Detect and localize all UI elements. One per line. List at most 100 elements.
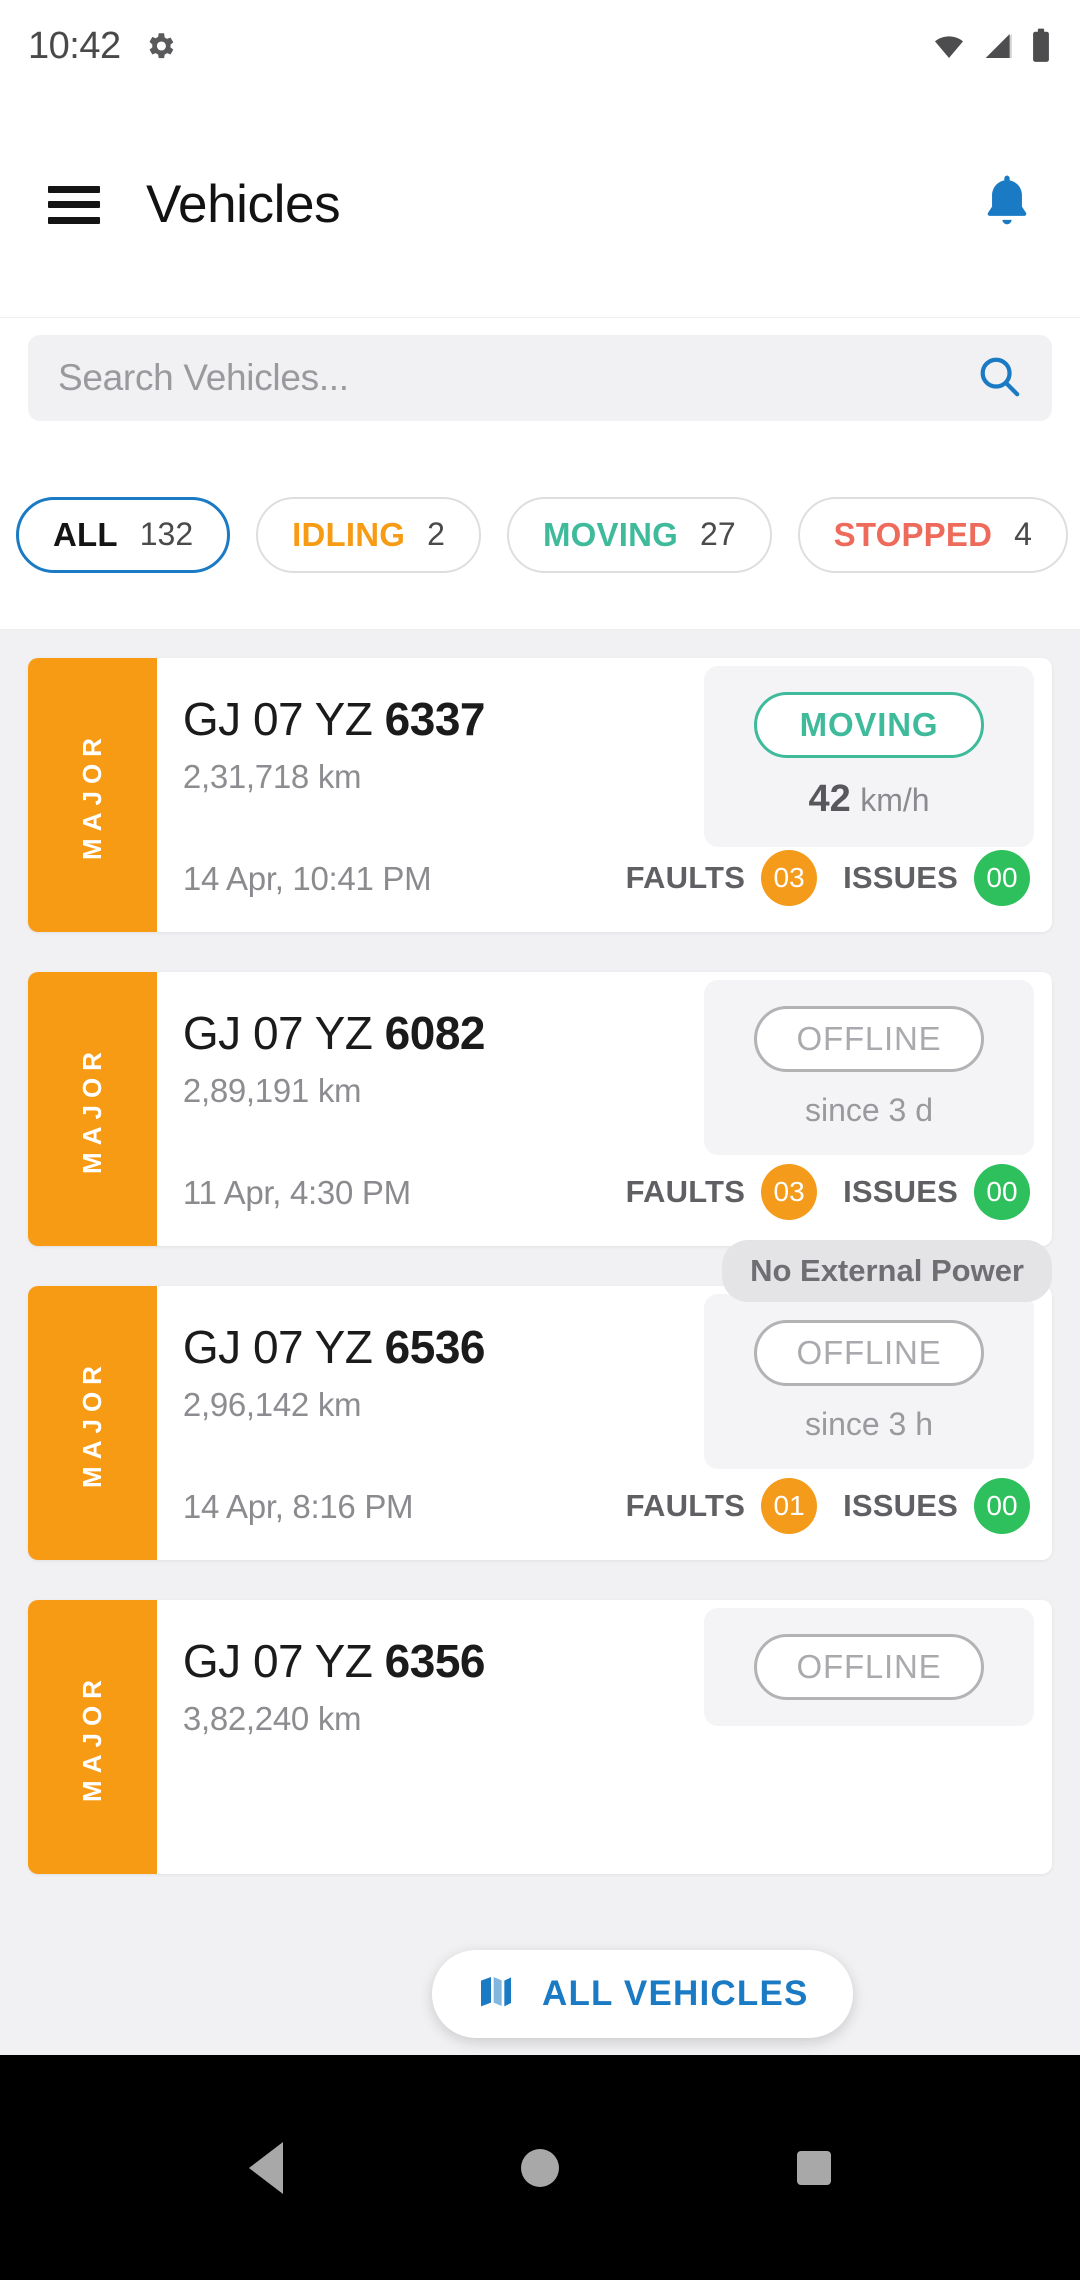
issues-label: ISSUES <box>843 860 958 895</box>
recents-square-icon[interactable] <box>797 2150 831 2185</box>
issues-label: ISSUES <box>843 1174 958 1209</box>
vehicle-status-badge: OFFLINE <box>754 1006 984 1072</box>
vehicle-timestamp: 14 Apr, 10:41 PM <box>182 860 432 897</box>
vehicle-status-badge: OFFLINE <box>754 1320 984 1386</box>
home-circle-icon[interactable] <box>521 2148 559 2187</box>
vehicle-plate: GJ 07 YZ 6356 <box>182 1634 486 1688</box>
vehicle-card-wrapper: MAJOR GJ 07 YZ 6337 2,31,718 km 14 Apr, 10:… <box>0 658 1080 932</box>
app-bar: Vehicles <box>0 92 1080 318</box>
vehicle-plate-prefix: GJ 07 YZ <box>182 1007 385 1059</box>
search-section: Search Vehicles... <box>0 318 1080 438</box>
vehicle-card[interactable]: MAJOR GJ 07 YZ 6337 2,31,718 km 14 Apr, 10:… <box>28 658 1052 932</box>
severity-strip: MAJOR <box>28 972 157 1246</box>
vehicle-identity: GJ 07 YZ 6536 2,96,142 km <box>182 1320 486 1424</box>
severity-label: MAJOR <box>76 1044 107 1174</box>
vehicle-plate-prefix: GJ 07 YZ <box>182 1635 385 1687</box>
vehicle-card[interactable]: MAJOR GJ 07 YZ 6536 2,96,142 km 14 Apr, 8:1… <box>28 1286 1052 1560</box>
vehicle-identity: GJ 07 YZ 6337 2,31,718 km <box>182 692 486 796</box>
filter-chip-stopped[interactable]: STOPPED 4 <box>797 496 1068 573</box>
vehicle-plate: GJ 07 YZ 6082 <box>182 1006 486 1060</box>
vehicle-status-subtext: 42 km/h <box>704 778 1034 821</box>
vehicle-plate-prefix: GJ 07 YZ <box>182 1321 385 1373</box>
issues-count-badge: 00 <box>974 1164 1030 1220</box>
severity-label: MAJOR <box>76 1672 107 1802</box>
faults-count-badge: 01 <box>761 1478 818 1534</box>
vehicle-status-badge: MOVING <box>754 692 984 758</box>
vehicle-plate: GJ 07 YZ 6536 <box>182 1320 486 1374</box>
vehicle-card-wrapper: No External Power MAJOR GJ 07 YZ 6536 2,96,… <box>0 1240 1080 1560</box>
filter-chip-count: 4 <box>1014 516 1032 552</box>
back-triangle-icon[interactable] <box>249 2141 283 2194</box>
vehicle-status-subtext: since 3 h <box>804 1406 934 1442</box>
vehicle-odometer: 2,96,142 km <box>182 1386 362 1423</box>
severity-strip: MAJOR <box>28 1600 157 1874</box>
vehicle-plate-number: 6536 <box>384 1321 486 1373</box>
vehicle-card-wrapper: MAJOR GJ 07 YZ 6356 3,82,240 km OFFLINE <box>0 1600 1080 1874</box>
faults-count-badge: 03 <box>761 1164 818 1220</box>
cellular-signal-icon <box>985 34 1012 58</box>
issues-count-badge: 00 <box>974 850 1030 906</box>
vehicle-status-panel: OFFLINE <box>704 1608 1034 1726</box>
vehicle-odometer: 2,31,718 km <box>182 758 362 795</box>
filter-chip-idling[interactable]: IDLING 2 <box>256 496 481 573</box>
vehicle-counts: FAULTS 01 ISSUES 00 <box>626 1478 1030 1534</box>
faults-label: FAULTS <box>625 860 746 895</box>
vehicle-list[interactable]: MAJOR GJ 07 YZ 6337 2,31,718 km 14 Apr, 10:… <box>0 630 1080 2055</box>
issues-label: ISSUES <box>843 1488 958 1523</box>
battery-icon <box>1033 28 1049 62</box>
filter-chip-label: MOVING <box>542 515 679 553</box>
search-placeholder: Search Vehicles... <box>58 357 349 398</box>
vehicle-card-body: GJ 07 YZ 6082 2,89,191 km 11 Apr, 4:30 PM O… <box>157 972 1052 1246</box>
no-external-power-tag: No External Power <box>722 1240 1052 1302</box>
vehicle-plate: GJ 07 YZ 6337 <box>182 692 486 746</box>
vehicle-identity: GJ 07 YZ 6082 2,89,191 km <box>182 1006 486 1110</box>
filter-chip-count: 132 <box>139 516 194 552</box>
vehicle-card-wrapper: MAJOR GJ 07 YZ 6082 2,89,191 km 11 Apr, 4:3… <box>0 972 1080 1246</box>
vehicle-counts: FAULTS 03 ISSUES 00 <box>626 850 1030 906</box>
vehicle-card-body: GJ 07 YZ 6536 2,96,142 km 14 Apr, 8:16 PM O… <box>157 1286 1052 1560</box>
hamburger-line <box>48 201 100 208</box>
vehicle-card[interactable]: MAJOR GJ 07 YZ 6356 3,82,240 km OFFLINE <box>28 1600 1052 1874</box>
hamburger-line <box>48 185 100 193</box>
vehicle-speed-value: 42 <box>808 778 851 820</box>
faults-label: FAULTS <box>625 1488 746 1523</box>
hamburger-menu-icon[interactable] <box>48 185 100 224</box>
vehicle-plate-number: 6356 <box>384 1635 486 1687</box>
gear-icon <box>143 29 177 63</box>
filter-chip-label: IDLING <box>292 515 406 553</box>
vehicle-plate-number: 6082 <box>384 1007 486 1059</box>
vehicle-status-panel: OFFLINE since 3 h <box>704 1294 1034 1469</box>
vehicle-plate-number: 6337 <box>384 693 486 745</box>
search-icon[interactable] <box>976 353 1022 404</box>
vehicle-identity: GJ 07 YZ 6356 3,82,240 km <box>182 1634 486 1738</box>
all-vehicles-fab-button[interactable]: ALL VEHICLES <box>432 1950 853 2038</box>
vehicle-status-subtext: since 3 d <box>804 1092 934 1128</box>
vehicle-counts: FAULTS 03 ISSUES 00 <box>626 1164 1030 1220</box>
filter-chip-label: STOPPED <box>833 515 993 553</box>
faults-label: FAULTS <box>625 1174 746 1209</box>
vehicle-card[interactable]: MAJOR GJ 07 YZ 6082 2,89,191 km 11 Apr, 4:3… <box>28 972 1052 1246</box>
filter-chip-all[interactable]: ALL 132 <box>16 496 231 573</box>
search-input[interactable]: Search Vehicles... <box>28 335 1052 421</box>
severity-strip: MAJOR <box>28 658 157 932</box>
map-icon <box>476 1972 516 2017</box>
issues-count-badge: 00 <box>974 1478 1030 1534</box>
android-navigation-bar <box>0 2055 1080 2280</box>
filter-chip-count: 2 <box>427 516 445 552</box>
severity-label: MAJOR <box>76 730 107 860</box>
filter-chip-count: 27 <box>700 516 736 552</box>
vehicle-card-body: GJ 07 YZ 6337 2,31,718 km 14 Apr, 10:41 PM… <box>157 658 1052 932</box>
filter-chip-label: ALL <box>53 515 118 553</box>
vehicle-status-panel: MOVING 42 km/h <box>704 666 1034 847</box>
wifi-icon <box>935 36 963 58</box>
vehicle-timestamp: 14 Apr, 8:16 PM <box>182 1488 414 1525</box>
vehicle-timestamp: 11 Apr, 4:30 PM <box>182 1174 411 1211</box>
filter-chip-row[interactable]: ALL 132 IDLING 2 MOVING 27 STOPPED 4 <box>0 440 1080 630</box>
vehicle-status-badge: OFFLINE <box>754 1634 984 1700</box>
vehicle-plate-prefix: GJ 07 YZ <box>182 693 385 745</box>
filter-chip-moving[interactable]: MOVING 27 <box>506 496 772 573</box>
vehicle-odometer: 3,82,240 km <box>182 1700 362 1737</box>
vehicle-odometer: 2,89,191 km <box>182 1072 362 1109</box>
severity-label: MAJOR <box>76 1358 107 1488</box>
bell-icon[interactable] <box>980 173 1034 236</box>
